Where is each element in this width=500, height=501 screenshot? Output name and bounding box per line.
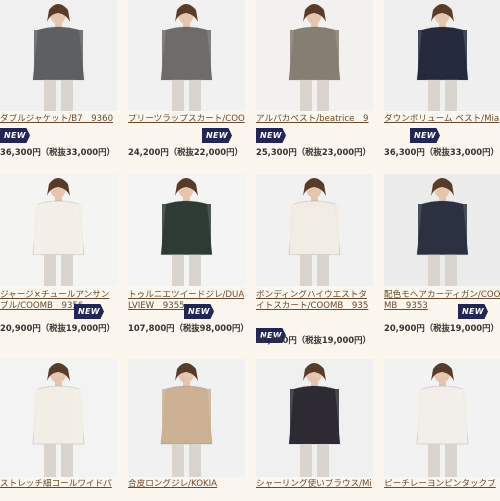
product-title-link[interactable]: 合皮ロングジレ/KOKIA bbox=[128, 479, 245, 490]
product-photo[interactable] bbox=[256, 359, 373, 477]
product-title-link[interactable]: ピーチレーヨンピンタックブラウ bbox=[384, 479, 500, 490]
product-photo[interactable] bbox=[384, 359, 500, 477]
product-grid: ダブルジャケット/B7 9360 NEW 36,300円（税抜33,000円） プリ… bbox=[0, 0, 500, 501]
product-card[interactable]: ストレッチ細コールワイドパン bbox=[0, 0, 117, 501]
product-card[interactable]: 合皮ロングジレ/KOKIA bbox=[128, 0, 245, 501]
product-title-link[interactable]: ストレッチ細コールワイドパン bbox=[0, 479, 117, 490]
product-title-link[interactable]: シャーリング使いブラウス/Mia bbox=[256, 479, 373, 490]
product-card[interactable]: シャーリング使いブラウス/Mia bbox=[256, 0, 373, 501]
product-photo[interactable] bbox=[0, 359, 117, 477]
product-card[interactable]: ピーチレーヨンピンタックブラウ bbox=[384, 0, 500, 501]
product-photo[interactable] bbox=[128, 359, 245, 477]
